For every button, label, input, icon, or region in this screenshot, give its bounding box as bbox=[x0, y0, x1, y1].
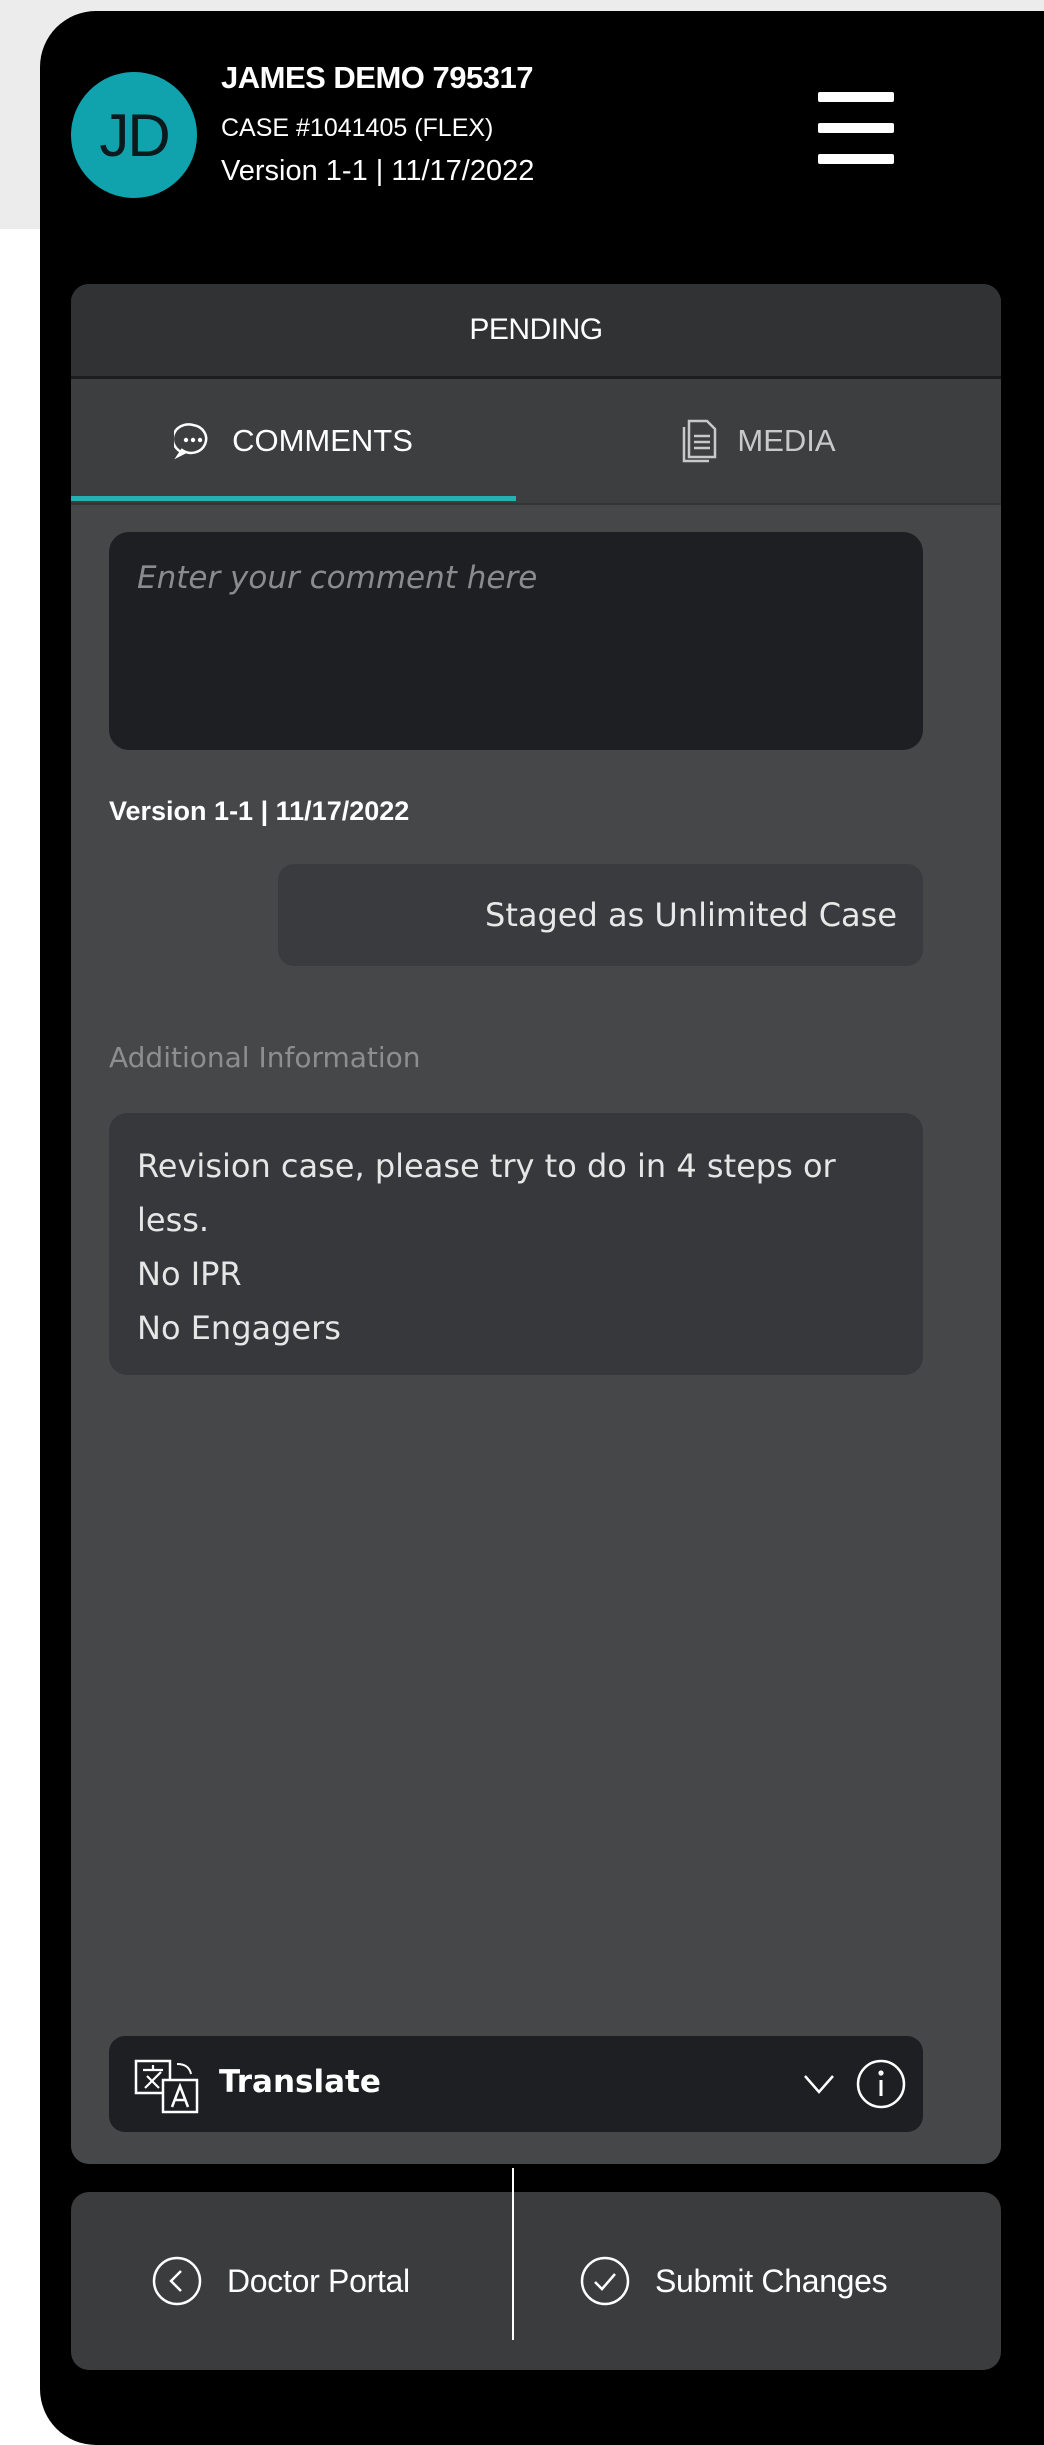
tab-comments[interactable]: COMMENTS bbox=[71, 379, 516, 503]
case-number: CASE #1041405 (FLEX) bbox=[221, 114, 494, 142]
submit-changes-label: Submit Changes bbox=[655, 2262, 888, 2299]
additional-info-label: Additional Information bbox=[109, 1041, 421, 1074]
avatar: JD bbox=[71, 72, 197, 198]
action-divider bbox=[512, 2168, 514, 2340]
main-panel: PENDING COMMENTS MEDIA Version 1-1 | 11/… bbox=[71, 284, 1001, 2164]
document-icon bbox=[683, 419, 717, 463]
additional-info-line: less. bbox=[137, 1201, 210, 1239]
chevron-down-icon[interactable] bbox=[799, 2066, 839, 2102]
status-label: PENDING bbox=[469, 313, 603, 346]
history-version-label: Version 1-1 | 11/17/2022 bbox=[109, 796, 410, 826]
action-bar: Doctor Portal Submit Changes bbox=[71, 2168, 1001, 2370]
status-bar: PENDING bbox=[71, 284, 1001, 379]
translate-label: Translate bbox=[219, 2064, 381, 2100]
translate-icon bbox=[134, 2059, 199, 2114]
tab-media-label: MEDIA bbox=[737, 423, 836, 458]
patient-name: JAMES DEMO 795317 bbox=[221, 60, 533, 95]
additional-info-box: Revision case, please try to do in 4 ste… bbox=[109, 1113, 923, 1375]
active-tab-indicator bbox=[71, 496, 516, 501]
doctor-portal-label: Doctor Portal bbox=[227, 2262, 410, 2299]
version-date: Version 1-1 | 11/17/2022 bbox=[221, 155, 535, 187]
additional-info-line: No Engagers bbox=[137, 1309, 341, 1347]
check-circle-icon bbox=[580, 2256, 630, 2306]
comment-input[interactable] bbox=[109, 532, 923, 750]
staged-message: Staged as Unlimited Case bbox=[278, 864, 923, 966]
submit-changes-button[interactable]: Submit Changes bbox=[579, 2192, 888, 2370]
tab-media[interactable]: MEDIA bbox=[516, 379, 1001, 503]
additional-info-line: Revision case, please try to do in 4 ste… bbox=[137, 1147, 836, 1185]
doctor-portal-button[interactable]: Doctor Portal bbox=[151, 2192, 410, 2370]
comment-bubble-icon bbox=[174, 423, 208, 460]
back-circle-icon bbox=[152, 2256, 202, 2306]
tab-comments-label: COMMENTS bbox=[232, 423, 413, 458]
translate-bar[interactable]: Translate bbox=[109, 2036, 923, 2132]
tab-bar: COMMENTS MEDIA bbox=[71, 379, 1001, 505]
info-icon[interactable] bbox=[855, 2058, 907, 2110]
hamburger-menu-icon[interactable] bbox=[818, 92, 894, 164]
additional-info-line: No IPR bbox=[137, 1255, 242, 1293]
